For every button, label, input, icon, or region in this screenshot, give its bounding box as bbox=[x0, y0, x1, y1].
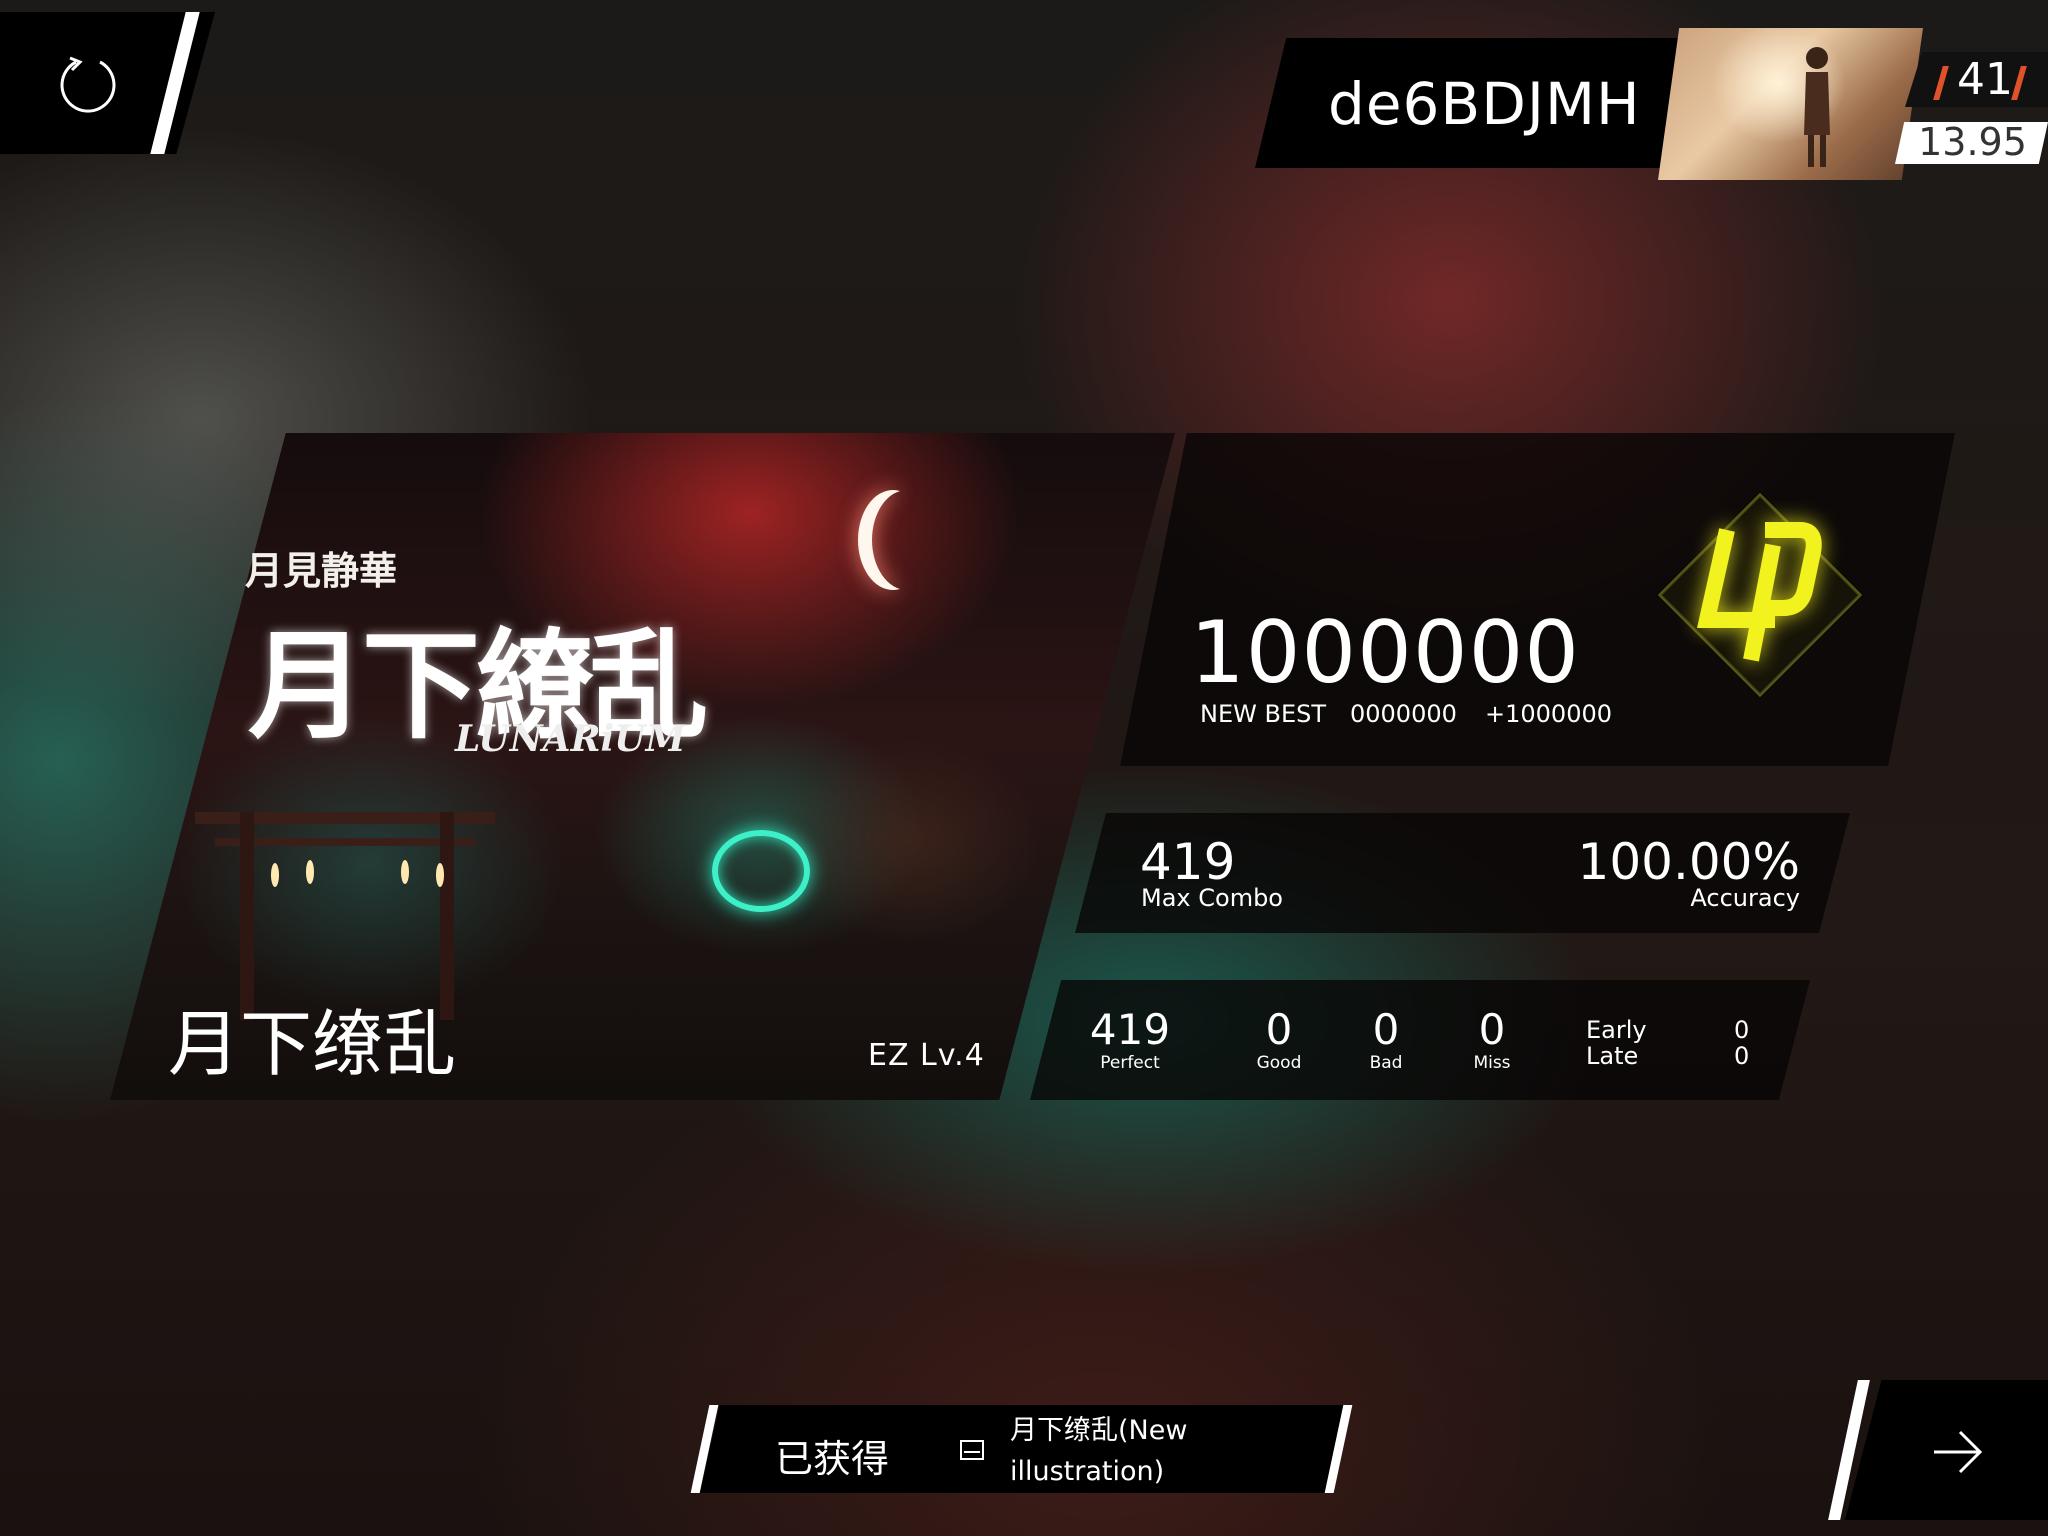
song-difficulty: EZ Lv.4 bbox=[868, 1038, 985, 1073]
illustration-logo-english: LUNARiUM bbox=[455, 718, 686, 760]
score-delta: +1000000 bbox=[1485, 700, 1612, 728]
player-name: de6BDJMH bbox=[1328, 70, 1641, 138]
accuracy-label: Accuracy bbox=[1690, 884, 1800, 912]
early-count: 0 bbox=[1734, 1016, 1750, 1044]
reward-obtained-label: 已获得 bbox=[775, 1437, 890, 1481]
glowing-ring-decoration bbox=[712, 830, 810, 912]
illustration-icon bbox=[960, 1440, 984, 1460]
song-title: 月下缭乱 bbox=[168, 1002, 457, 1086]
good-count: 0 bbox=[1265, 1005, 1293, 1054]
score-value: 1000000 bbox=[1190, 603, 1581, 703]
accuracy-value: 100.00% bbox=[1577, 833, 1800, 891]
good-label: Good bbox=[1256, 1053, 1302, 1073]
max-combo-value: 419 bbox=[1140, 833, 1236, 891]
perfect-count: 419 bbox=[1089, 1005, 1171, 1054]
bad-label: Bad bbox=[1369, 1053, 1403, 1073]
new-best-label: NEW BEST bbox=[1200, 700, 1326, 728]
lantern-lights bbox=[271, 860, 444, 887]
early-label: Early bbox=[1586, 1016, 1647, 1044]
late-label: Late bbox=[1586, 1042, 1639, 1070]
miss-label: Miss bbox=[1473, 1053, 1511, 1073]
avatar-figure bbox=[1804, 47, 1830, 167]
previous-best-score: 0000000 bbox=[1350, 700, 1457, 728]
illustration-logo-subtitle: 月見静華 bbox=[245, 548, 398, 593]
grade-phi-icon bbox=[1657, 492, 1863, 698]
avatar[interactable] bbox=[1658, 28, 1923, 180]
moon-decoration bbox=[872, 490, 942, 590]
bad-count: 0 bbox=[1372, 1005, 1400, 1054]
arrow-right-icon[interactable] bbox=[1928, 1422, 1988, 1482]
max-combo-label: Max Combo bbox=[1141, 884, 1283, 912]
retry-icon[interactable] bbox=[56, 52, 120, 116]
player-rank: 41 bbox=[1957, 54, 2013, 105]
ranking-score: 13.95 bbox=[1918, 120, 2027, 164]
miss-count: 0 bbox=[1478, 1005, 1506, 1054]
reward-item-name: 月下缭乱(New illustration) bbox=[1010, 1415, 1188, 1487]
late-count: 0 bbox=[1734, 1042, 1750, 1070]
perfect-label: Perfect bbox=[1100, 1053, 1160, 1073]
